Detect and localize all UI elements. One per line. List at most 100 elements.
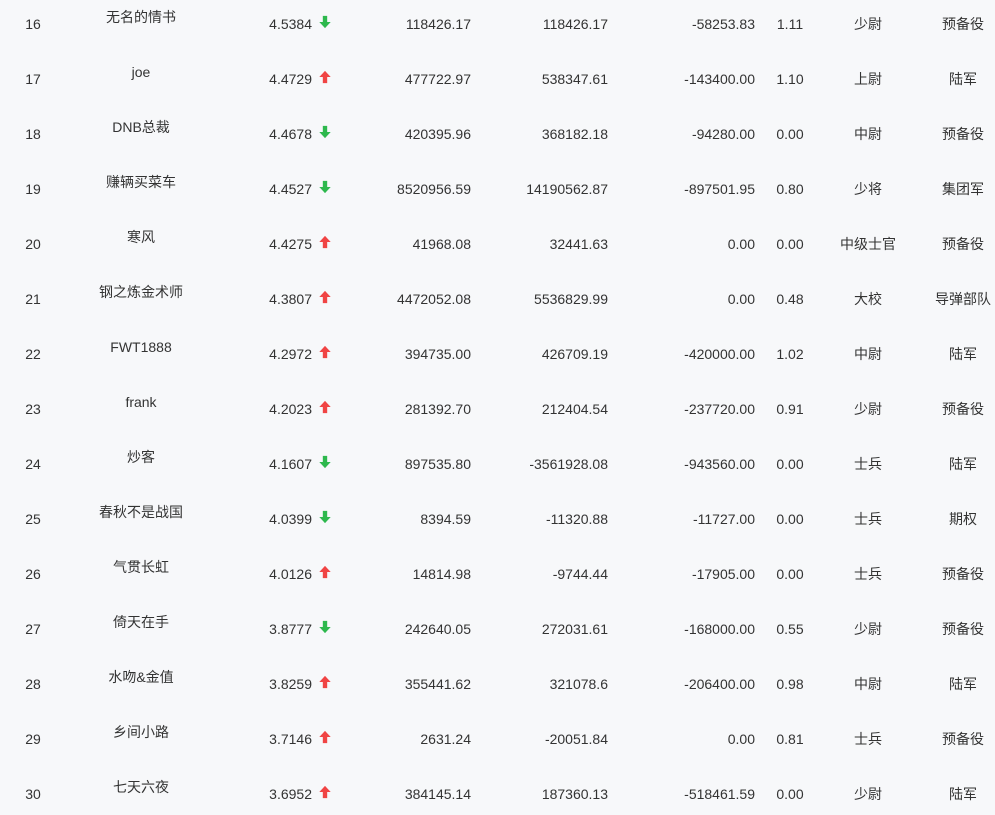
rank-cell: 24 (25, 456, 41, 472)
user-name[interactable]: 七天六夜 (66, 779, 216, 795)
rank-cell: 19 (25, 181, 41, 197)
table-row: 25 春秋不是战国 4.0399 8394.59 -11320.88 -11727.00 0… (0, 495, 995, 550)
ratio-cell: 0.98 (776, 676, 804, 692)
score-cell: 4.2023 (269, 401, 312, 417)
score-cell: 4.1607 (269, 456, 312, 472)
value2-cell: 368182.18 (541, 126, 608, 142)
table-row: 21 钢之炼金术师 4.3807 4472052.08 5536829.99 0.00 0.… (0, 275, 995, 330)
ranking-table: 16 无名的情书 4.5384 118426.17 118426.17 -58253.83… (0, 0, 995, 815)
user-name[interactable]: joe (66, 64, 216, 80)
military-rank-cell: 士兵 (854, 511, 882, 527)
ratio-cell: 0.80 (776, 181, 804, 197)
value1-cell: 41968.08 (412, 236, 471, 252)
user-name[interactable]: 倚天在手 (66, 614, 216, 630)
arrow-up-icon (318, 290, 334, 306)
arrow-up-icon (318, 785, 334, 801)
score-cell: 4.4729 (269, 71, 312, 87)
military-rank-cell: 士兵 (854, 456, 882, 472)
value2-cell: -20051.84 (544, 731, 608, 747)
table-row: 23 frank 4.2023 281392.70 212404.54 -237720.0… (0, 385, 995, 440)
ratio-cell: 0.00 (776, 456, 804, 472)
value1-cell: 281392.70 (404, 401, 471, 417)
value1-cell: 355441.62 (404, 676, 471, 692)
value3-cell: -943560.00 (684, 456, 755, 472)
score-cell: 3.6952 (269, 786, 312, 802)
value1-cell: 14814.98 (412, 566, 471, 582)
unit-cell: 陆军 (949, 676, 977, 692)
user-name[interactable]: 水吻&金值 (66, 669, 216, 685)
user-name[interactable]: 春秋不是战国 (66, 504, 216, 520)
rank-cell: 26 (25, 566, 41, 582)
user-name[interactable]: 炒客 (66, 449, 216, 465)
user-name[interactable]: 寒风 (66, 229, 216, 245)
military-rank-cell: 中级士官 (840, 236, 896, 252)
table-row: 26 气贯长虹 4.0126 14814.98 -9744.44 -17905.00 0.0… (0, 550, 995, 605)
ratio-cell: 0.00 (776, 236, 804, 252)
ratio-cell: 0.00 (776, 511, 804, 527)
ratio-cell: 0.48 (776, 291, 804, 307)
user-name[interactable]: 无名的情书 (66, 9, 216, 25)
value2-cell: -9744.44 (552, 566, 608, 582)
value1-cell: 420395.96 (404, 126, 471, 142)
unit-cell: 集团军 (942, 181, 984, 197)
table-row: 27 倚天在手 3.8777 242640.05 272031.61 -168000.00… (0, 605, 995, 660)
military-rank-cell: 少尉 (854, 401, 882, 417)
ratio-cell: 0.00 (776, 126, 804, 142)
military-rank-cell: 中尉 (854, 346, 882, 362)
user-name[interactable]: 乡间小路 (66, 724, 216, 740)
value3-cell: -897501.95 (684, 181, 755, 197)
score-cell: 4.3807 (269, 291, 312, 307)
value2-cell: 212404.54 (541, 401, 608, 417)
user-name[interactable]: 气贯长虹 (66, 559, 216, 575)
score-cell: 4.4275 (269, 236, 312, 252)
score-cell: 4.2972 (269, 346, 312, 362)
user-name[interactable]: 赚辆买菜车 (66, 174, 216, 190)
table-row: 30 七天六夜 3.6952 384145.14 187360.13 -518461.59… (0, 770, 995, 815)
value3-cell: -17905.00 (691, 566, 755, 582)
table-row: 22 FWT1888 4.2972 394735.00 426709.19 -420000… (0, 330, 995, 385)
arrow-up-icon (318, 345, 334, 361)
ratio-cell: 0.00 (776, 786, 804, 802)
unit-cell: 导弹部队 (935, 291, 991, 307)
unit-cell: 陆军 (949, 346, 977, 362)
rank-cell: 21 (25, 291, 41, 307)
value2-cell: -3561928.08 (529, 456, 608, 472)
value2-cell: 321078.6 (549, 676, 608, 692)
military-rank-cell: 少尉 (854, 621, 882, 637)
arrow-down-icon (318, 620, 334, 636)
user-name[interactable]: DNB总裁 (66, 119, 216, 135)
value3-cell: -518461.59 (684, 786, 755, 802)
unit-cell: 陆军 (949, 456, 977, 472)
value2-cell: 272031.61 (541, 621, 608, 637)
rank-cell: 25 (25, 511, 41, 527)
rank-cell: 29 (25, 731, 41, 747)
user-name[interactable]: frank (66, 394, 216, 410)
military-rank-cell: 士兵 (854, 731, 882, 747)
value1-cell: 477722.97 (404, 71, 471, 87)
military-rank-cell: 大校 (854, 291, 882, 307)
military-rank-cell: 少将 (854, 181, 882, 197)
arrow-up-icon (318, 675, 334, 691)
user-name[interactable]: 钢之炼金术师 (66, 284, 216, 300)
value3-cell: -94280.00 (691, 126, 755, 142)
rank-cell: 18 (25, 126, 41, 142)
table-row: 19 赚辆买菜车 4.4527 8520956.59 14190562.87 -89750… (0, 165, 995, 220)
value1-cell: 394735.00 (404, 346, 471, 362)
unit-cell: 预备役 (942, 16, 984, 32)
arrow-up-icon (318, 565, 334, 581)
rank-cell: 28 (25, 676, 41, 692)
value2-cell: 5536829.99 (534, 291, 608, 307)
unit-cell: 预备役 (942, 401, 984, 417)
arrow-down-icon (318, 510, 334, 526)
ratio-cell: 0.81 (776, 731, 804, 747)
user-name[interactable]: FWT1888 (66, 339, 216, 355)
value2-cell: 14190562.87 (526, 181, 608, 197)
value1-cell: 384145.14 (404, 786, 471, 802)
value3-cell: -206400.00 (684, 676, 755, 692)
military-rank-cell: 士兵 (854, 566, 882, 582)
value3-cell: -11727.00 (692, 511, 755, 527)
value2-cell: 538347.61 (541, 71, 608, 87)
rank-cell: 27 (25, 621, 41, 637)
unit-cell: 预备役 (942, 566, 984, 582)
value1-cell: 897535.80 (404, 456, 471, 472)
